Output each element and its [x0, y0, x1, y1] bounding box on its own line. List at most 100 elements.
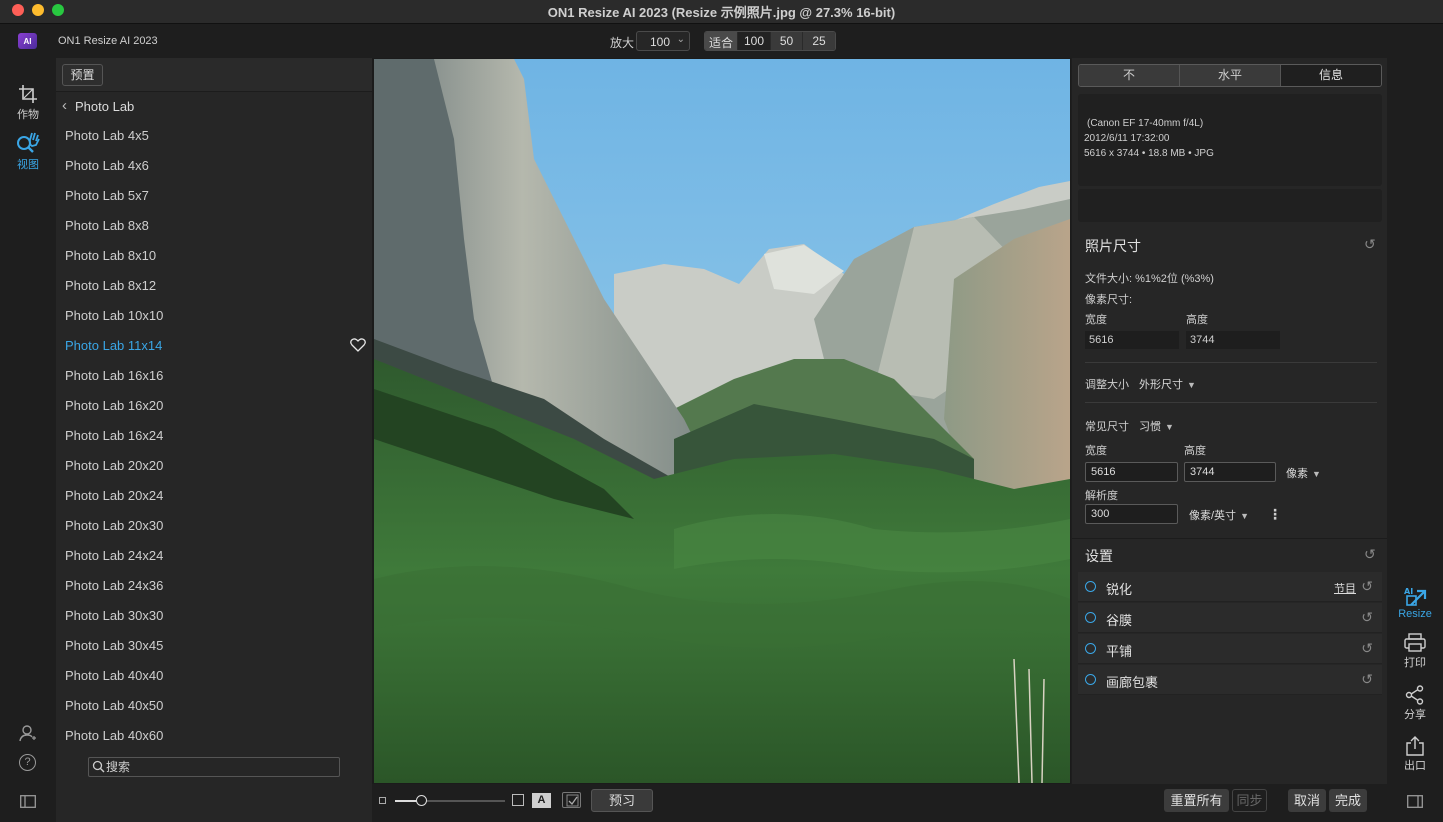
checkbox-icon[interactable]: [562, 792, 581, 808]
reset-icon[interactable]: ↺: [1364, 546, 1376, 563]
module-export[interactable]: 出口: [1387, 736, 1443, 773]
toggle-circle-icon[interactable]: [1085, 674, 1096, 685]
preset-item[interactable]: Photo Lab 20x24: [56, 481, 372, 511]
preset-item[interactable]: Photo Lab 40x40: [56, 661, 372, 691]
preset-item[interactable]: Photo Lab 16x24: [56, 421, 372, 451]
new-height-label: 高度: [1184, 445, 1206, 457]
module-resize[interactable]: AI Resize: [1387, 585, 1443, 620]
file-info-box: (Canon EF 17-40mm f/4L) 2012/6/11 17:32:…: [1078, 94, 1382, 186]
view-tool[interactable]: 视图: [0, 132, 56, 172]
chevron-down-icon: ▼: [1165, 422, 1174, 432]
settings-row[interactable]: 锐化 节目 ↺: [1078, 572, 1382, 602]
preset-item[interactable]: Photo Lab 8x12: [56, 271, 372, 301]
preset-item-label: Photo Lab 10x10: [65, 308, 164, 323]
preset-item[interactable]: Photo Lab 8x8: [56, 211, 372, 241]
zoom-fit-button[interactable]: 适合: [705, 32, 738, 50]
cancel-button[interactable]: 取消: [1288, 789, 1326, 812]
toggle-circle-icon[interactable]: [1085, 581, 1096, 592]
settings-row[interactable]: 画廊包裹 ↺: [1078, 665, 1382, 695]
reset-icon[interactable]: ↺: [1364, 236, 1376, 253]
module-print[interactable]: 打印: [1387, 633, 1443, 670]
reset-icon[interactable]: ↺: [1361, 671, 1373, 688]
resolution-unit-value: 像素/英寸: [1189, 510, 1237, 522]
reset-icon[interactable]: ↺: [1361, 578, 1373, 595]
preset-item-label: Photo Lab 24x24: [65, 548, 164, 563]
preset-item[interactable]: Photo Lab 30x30: [56, 601, 372, 631]
toggle-circle-icon[interactable]: [1085, 612, 1096, 623]
preset-item[interactable]: Photo Lab 11x14: [56, 331, 372, 361]
export-icon: [1406, 736, 1424, 756]
height-input[interactable]: 3744: [1184, 462, 1276, 482]
preset-item[interactable]: Photo Lab 40x60: [56, 721, 372, 751]
preset-category-back[interactable]: ‹ Photo Lab: [56, 94, 372, 120]
crop-icon: [19, 85, 37, 103]
zoom-select[interactable]: 100 ⌄: [636, 31, 690, 51]
tab-horizontal[interactable]: 水平: [1180, 65, 1281, 86]
text-overlay-icon[interactable]: A: [532, 793, 551, 808]
resolution-input[interactable]: 300: [1085, 504, 1178, 524]
user-account-icon[interactable]: [19, 724, 37, 742]
preset-item[interactable]: Photo Lab 30x45: [56, 631, 372, 661]
preset-item[interactable]: Photo Lab 16x16: [56, 361, 372, 391]
setting-preset-link[interactable]: 节目: [1334, 580, 1356, 596]
chevron-down-icon: ▼: [1312, 469, 1321, 479]
presets-button[interactable]: 预置: [62, 64, 103, 86]
preset-item[interactable]: Photo Lab 40x50: [56, 691, 372, 721]
reset-all-button[interactable]: 重置所有: [1164, 789, 1229, 812]
preset-item[interactable]: Photo Lab 16x20: [56, 391, 372, 421]
zoom-label: 放大: [610, 36, 635, 50]
resolution-unit-dropdown[interactable]: 像素/英寸 ▼: [1189, 507, 1249, 523]
thumbnail-large-icon[interactable]: [512, 794, 524, 806]
preset-item[interactable]: Photo Lab 20x20: [56, 451, 372, 481]
toggle-right-panel-icon[interactable]: [1407, 795, 1423, 808]
preset-item[interactable]: Photo Lab 4x6: [56, 151, 372, 181]
preset-item[interactable]: Photo Lab 8x10: [56, 241, 372, 271]
preset-item[interactable]: Photo Lab 5x7: [56, 181, 372, 211]
preset-item-label: Photo Lab 40x50: [65, 698, 164, 713]
reset-icon[interactable]: ↺: [1361, 640, 1373, 657]
help-icon[interactable]: ?: [19, 754, 36, 771]
crop-tool[interactable]: 作物: [0, 84, 56, 122]
preset-item[interactable]: Photo Lab 10x10: [56, 301, 372, 331]
module-share[interactable]: 分享: [1387, 685, 1443, 722]
settings-row[interactable]: 平铺 ↺: [1078, 634, 1382, 664]
new-width-label: 宽度: [1085, 445, 1107, 457]
settings-row[interactable]: 谷膜 ↺: [1078, 603, 1382, 633]
favorite-heart-icon[interactable]: [350, 338, 366, 352]
setting-name: 平铺: [1106, 644, 1133, 659]
setting-name: 画廊包裹: [1106, 675, 1159, 690]
search-input[interactable]: [106, 759, 336, 775]
preset-search[interactable]: [88, 757, 340, 777]
tab-none[interactable]: 不: [1079, 65, 1180, 86]
thumbnail-small-icon[interactable]: [379, 797, 386, 804]
image-canvas[interactable]: [372, 58, 1071, 784]
toggle-left-panel-icon[interactable]: [20, 795, 36, 808]
thumbnail-size-slider[interactable]: [395, 795, 505, 806]
more-options-icon[interactable]: ⋮: [1268, 506, 1282, 523]
preset-item[interactable]: Photo Lab 4x5: [56, 121, 372, 151]
resize-mode-dropdown[interactable]: 外形尺寸 ▼: [1139, 376, 1196, 392]
preset-item[interactable]: Photo Lab 24x24: [56, 541, 372, 571]
tab-info[interactable]: 信息: [1281, 65, 1381, 86]
zoom-100-button[interactable]: 100: [738, 32, 771, 50]
slider-knob[interactable]: [416, 795, 427, 806]
width-input[interactable]: 5616: [1085, 462, 1178, 482]
presets-header: [56, 58, 372, 92]
zoom-25-button[interactable]: 25: [803, 32, 835, 50]
preset-item[interactable]: Photo Lab 24x36: [56, 571, 372, 601]
common-size-dropdown[interactable]: 习惯 ▼: [1139, 418, 1174, 434]
preset-item[interactable]: Photo Lab 20x30: [56, 511, 372, 541]
sync-button[interactable]: 同步: [1232, 789, 1267, 812]
toggle-circle-icon[interactable]: [1085, 643, 1096, 654]
info-extra-box: [1078, 189, 1382, 222]
common-size-value: 习惯: [1139, 421, 1161, 433]
preset-item-label: Photo Lab 11x14: [65, 338, 163, 353]
unit-dropdown[interactable]: 像素 ▼: [1286, 465, 1321, 481]
zoom-50-button[interactable]: 50: [771, 32, 803, 50]
done-button[interactable]: 完成: [1329, 789, 1367, 812]
preset-item-label: Photo Lab 16x20: [65, 398, 164, 413]
reset-icon[interactable]: ↺: [1361, 609, 1373, 626]
zoom-value: 100: [650, 35, 671, 49]
setting-name: 锐化: [1106, 582, 1133, 597]
preview-button[interactable]: 预习: [591, 789, 653, 812]
